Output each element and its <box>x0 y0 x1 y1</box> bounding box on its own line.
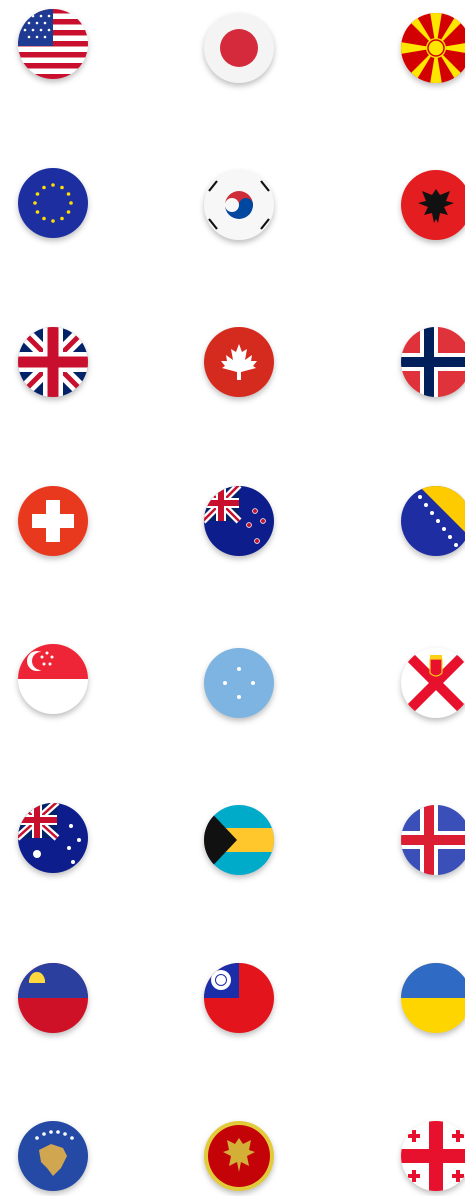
european-union-flag-icon[interactable] <box>17 167 89 239</box>
jersey-flag-icon[interactable] <box>400 647 465 719</box>
bosnia-herzegovina-flag-icon[interactable] <box>400 485 465 557</box>
australia-flag-icon[interactable] <box>17 802 89 874</box>
ukraine-flag-icon[interactable] <box>400 962 465 1034</box>
usa-flag-icon[interactable] <box>17 8 89 80</box>
micronesia-flag-icon[interactable] <box>203 647 275 719</box>
switzerland-flag-icon[interactable] <box>17 485 89 557</box>
montenegro-flag-icon[interactable] <box>203 1120 275 1192</box>
norway-flag-icon[interactable] <box>400 326 465 398</box>
liechtenstein-flag-icon[interactable] <box>17 962 89 1034</box>
united-kingdom-flag-icon[interactable] <box>17 326 89 398</box>
singapore-flag-icon[interactable] <box>17 643 89 715</box>
bahamas-flag-icon[interactable] <box>203 804 275 876</box>
iceland-flag-icon[interactable] <box>400 804 465 876</box>
japan-flag-icon[interactable] <box>203 12 275 84</box>
north-macedonia-flag-icon[interactable] <box>400 12 465 84</box>
georgia-flag-icon[interactable] <box>400 1120 465 1192</box>
kosovo-flag-icon[interactable] <box>17 1120 89 1192</box>
south-korea-flag-icon[interactable] <box>203 169 275 241</box>
canada-flag-icon[interactable] <box>203 326 275 398</box>
new-zealand-flag-icon[interactable] <box>203 485 275 557</box>
albania-flag-icon[interactable] <box>400 169 465 241</box>
taiwan-flag-icon[interactable] <box>203 962 275 1034</box>
